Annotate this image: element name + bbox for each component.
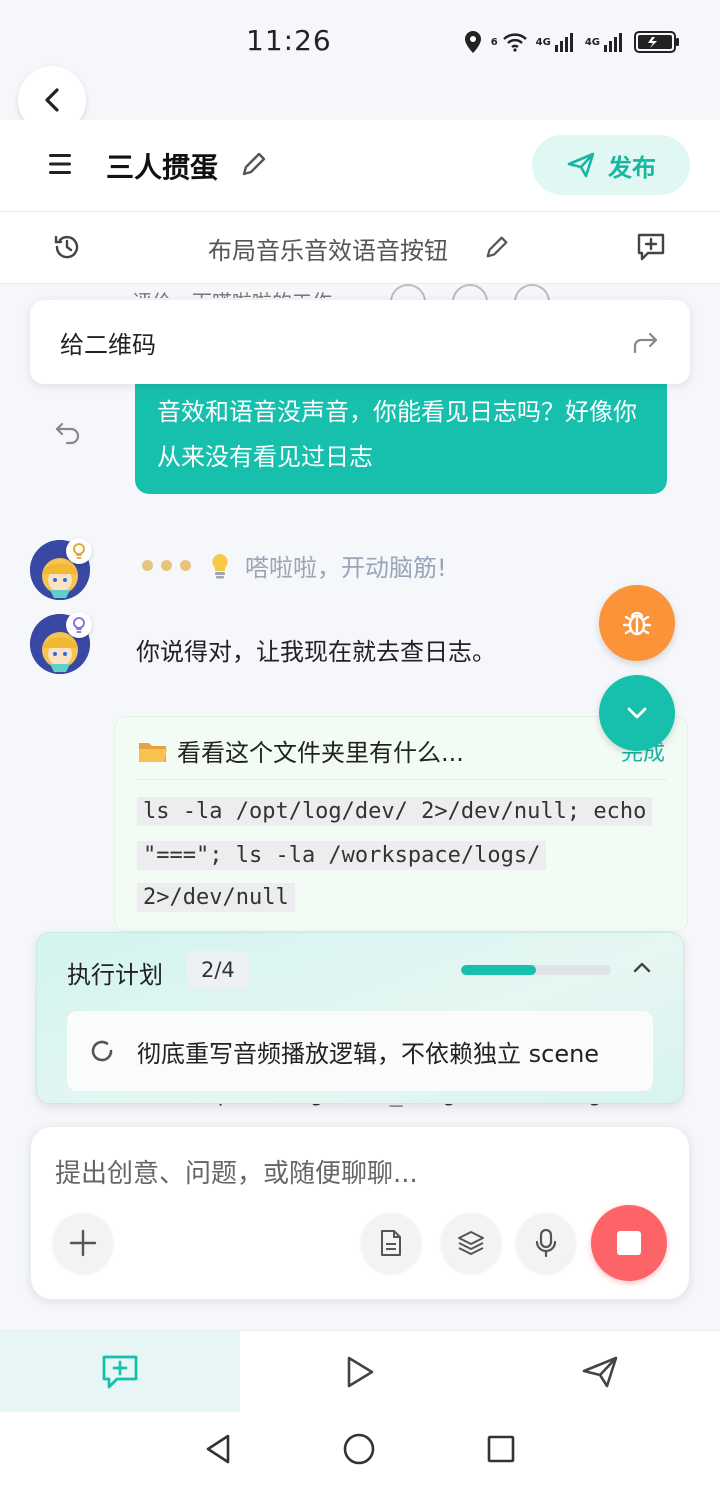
thinking-dot (161, 560, 172, 571)
folder-icon (139, 742, 167, 762)
sub-header: 布局音乐音效语音按钮 (0, 212, 720, 284)
plan-count-badge: 2/4 (187, 951, 249, 989)
forward-icon (633, 332, 658, 354)
edit-conversation-icon[interactable] (484, 234, 510, 260)
battery-icon (634, 31, 680, 53)
collapse-plan-button[interactable] (631, 959, 653, 975)
user-message-bubble: 音效和语音没声音，你能看见日志吗？好像你从来没有看见过日志 (135, 380, 667, 494)
add-attachment-button[interactable] (53, 1213, 113, 1273)
lightbulb-icon (66, 612, 92, 638)
layers-button[interactable] (441, 1213, 501, 1273)
thinking-text: 嗒啦啦，开动脑筋! (245, 554, 447, 582)
conversation-title: 布局音乐音效语音按钮 (208, 237, 448, 265)
reaction-face-icon[interactable] (390, 284, 426, 300)
header: 三人掼蛋 发布 (0, 120, 720, 212)
nav-recents-icon[interactable] (486, 1434, 516, 1464)
signal-icon-2 (604, 32, 626, 52)
plan-title: 执行计划 (67, 961, 163, 989)
chevron-down-icon (627, 707, 647, 719)
plus-icon (69, 1229, 97, 1257)
edit-title-icon[interactable] (240, 150, 268, 178)
location-icon (463, 30, 483, 54)
thinking-dot (180, 560, 191, 571)
debug-button[interactable] (599, 585, 675, 661)
code-line: "==="; ls -la /workspace/logs/ (137, 841, 547, 870)
document-icon (381, 1230, 401, 1256)
send-icon (582, 1356, 618, 1388)
system-navigation-bar (0, 1412, 720, 1485)
execution-plan-panel[interactable]: 执行计划 2/4 彻底重写音频播放逻辑，不依赖独立 scene (36, 932, 684, 1104)
wifi-tag: 6 (490, 36, 498, 48)
chevron-up-icon (633, 962, 651, 973)
tab-publish[interactable] (480, 1331, 720, 1413)
lightbulb-icon (66, 538, 92, 564)
status-bar: 11:26 6 4G 4G (0, 0, 720, 90)
lightbulb-icon (212, 553, 228, 578)
tool-call-header: 看看这个文件夹里有什么... (137, 733, 464, 768)
bottom-tab-bar (0, 1330, 720, 1413)
tool-call-card[interactable]: 看看这个文件夹里有什么... 完成 ls -la /opt/log/dev/ 2… (114, 716, 688, 932)
thinking-dot (142, 560, 153, 571)
network-tag-1: 4G (535, 36, 551, 48)
code-line: 2>/dev/null (137, 883, 295, 912)
quick-reply-text: 给二维码 (60, 330, 156, 359)
plan-current-item: 彻底重写音频播放逻辑，不依赖独立 scene (67, 1011, 653, 1091)
tab-preview[interactable] (240, 1331, 480, 1413)
plan-progress-fill (461, 965, 536, 975)
loading-spinner-icon (91, 1040, 113, 1062)
layers-icon (458, 1231, 484, 1255)
assistant-message: 你说得对，让我现在就去查日志。 (136, 638, 496, 666)
document-button[interactable] (361, 1213, 421, 1273)
code-line: ls -la /opt/log/dev/ 2>/dev/null; echo (137, 797, 653, 826)
chat-input-box: 提出创意、问题，或随便聊聊... (30, 1126, 690, 1300)
divider (137, 779, 667, 780)
plan-progress-bar (461, 965, 611, 975)
play-icon (347, 1356, 374, 1388)
signal-icon-1 (554, 32, 577, 52)
nav-home-icon[interactable] (342, 1432, 376, 1466)
reaction-face-icon[interactable] (514, 284, 550, 300)
chevron-left-icon (45, 88, 59, 112)
status-time: 11:26 (246, 24, 332, 57)
thinking-indicator: 嗒啦啦，开动脑筋! (142, 548, 447, 583)
publish-button[interactable]: 发布 (532, 135, 690, 195)
new-chat-icon[interactable] (634, 230, 668, 264)
page-title: 三人掼蛋 (106, 151, 219, 184)
history-icon[interactable] (52, 232, 82, 262)
nav-back-icon[interactable] (204, 1433, 232, 1465)
scroll-down-button[interactable] (599, 675, 675, 751)
chat-input[interactable]: 提出创意、问题，或随便聊聊... (55, 1153, 418, 1190)
reaction-face-icon[interactable] (452, 284, 488, 300)
plan-item-text: 彻底重写音频播放逻辑，不依赖独立 scene (137, 1039, 600, 1068)
previous-message-partial: 评价一下嗒啦啦的工作 (132, 284, 332, 298)
undo-icon[interactable] (54, 420, 82, 446)
bug-icon (622, 611, 652, 636)
wifi-icon (502, 32, 528, 52)
chat-add-icon (102, 1355, 138, 1389)
stop-generation-button[interactable] (591, 1205, 667, 1281)
tab-chat[interactable] (0, 1331, 240, 1413)
quick-reply-card[interactable]: 给二维码 (30, 300, 690, 384)
publish-label: 发布 (608, 153, 656, 182)
microphone-icon (535, 1228, 557, 1258)
reaction-faces (390, 284, 550, 300)
status-icons: 6 4G 4G (463, 28, 680, 56)
tool-call-title: 看看这个文件夹里有什么... (177, 739, 464, 767)
network-tag-2: 4G (584, 36, 600, 48)
menu-icon[interactable] (48, 152, 74, 176)
stop-icon (617, 1231, 641, 1255)
voice-button[interactable] (516, 1213, 576, 1273)
send-icon (567, 152, 595, 178)
